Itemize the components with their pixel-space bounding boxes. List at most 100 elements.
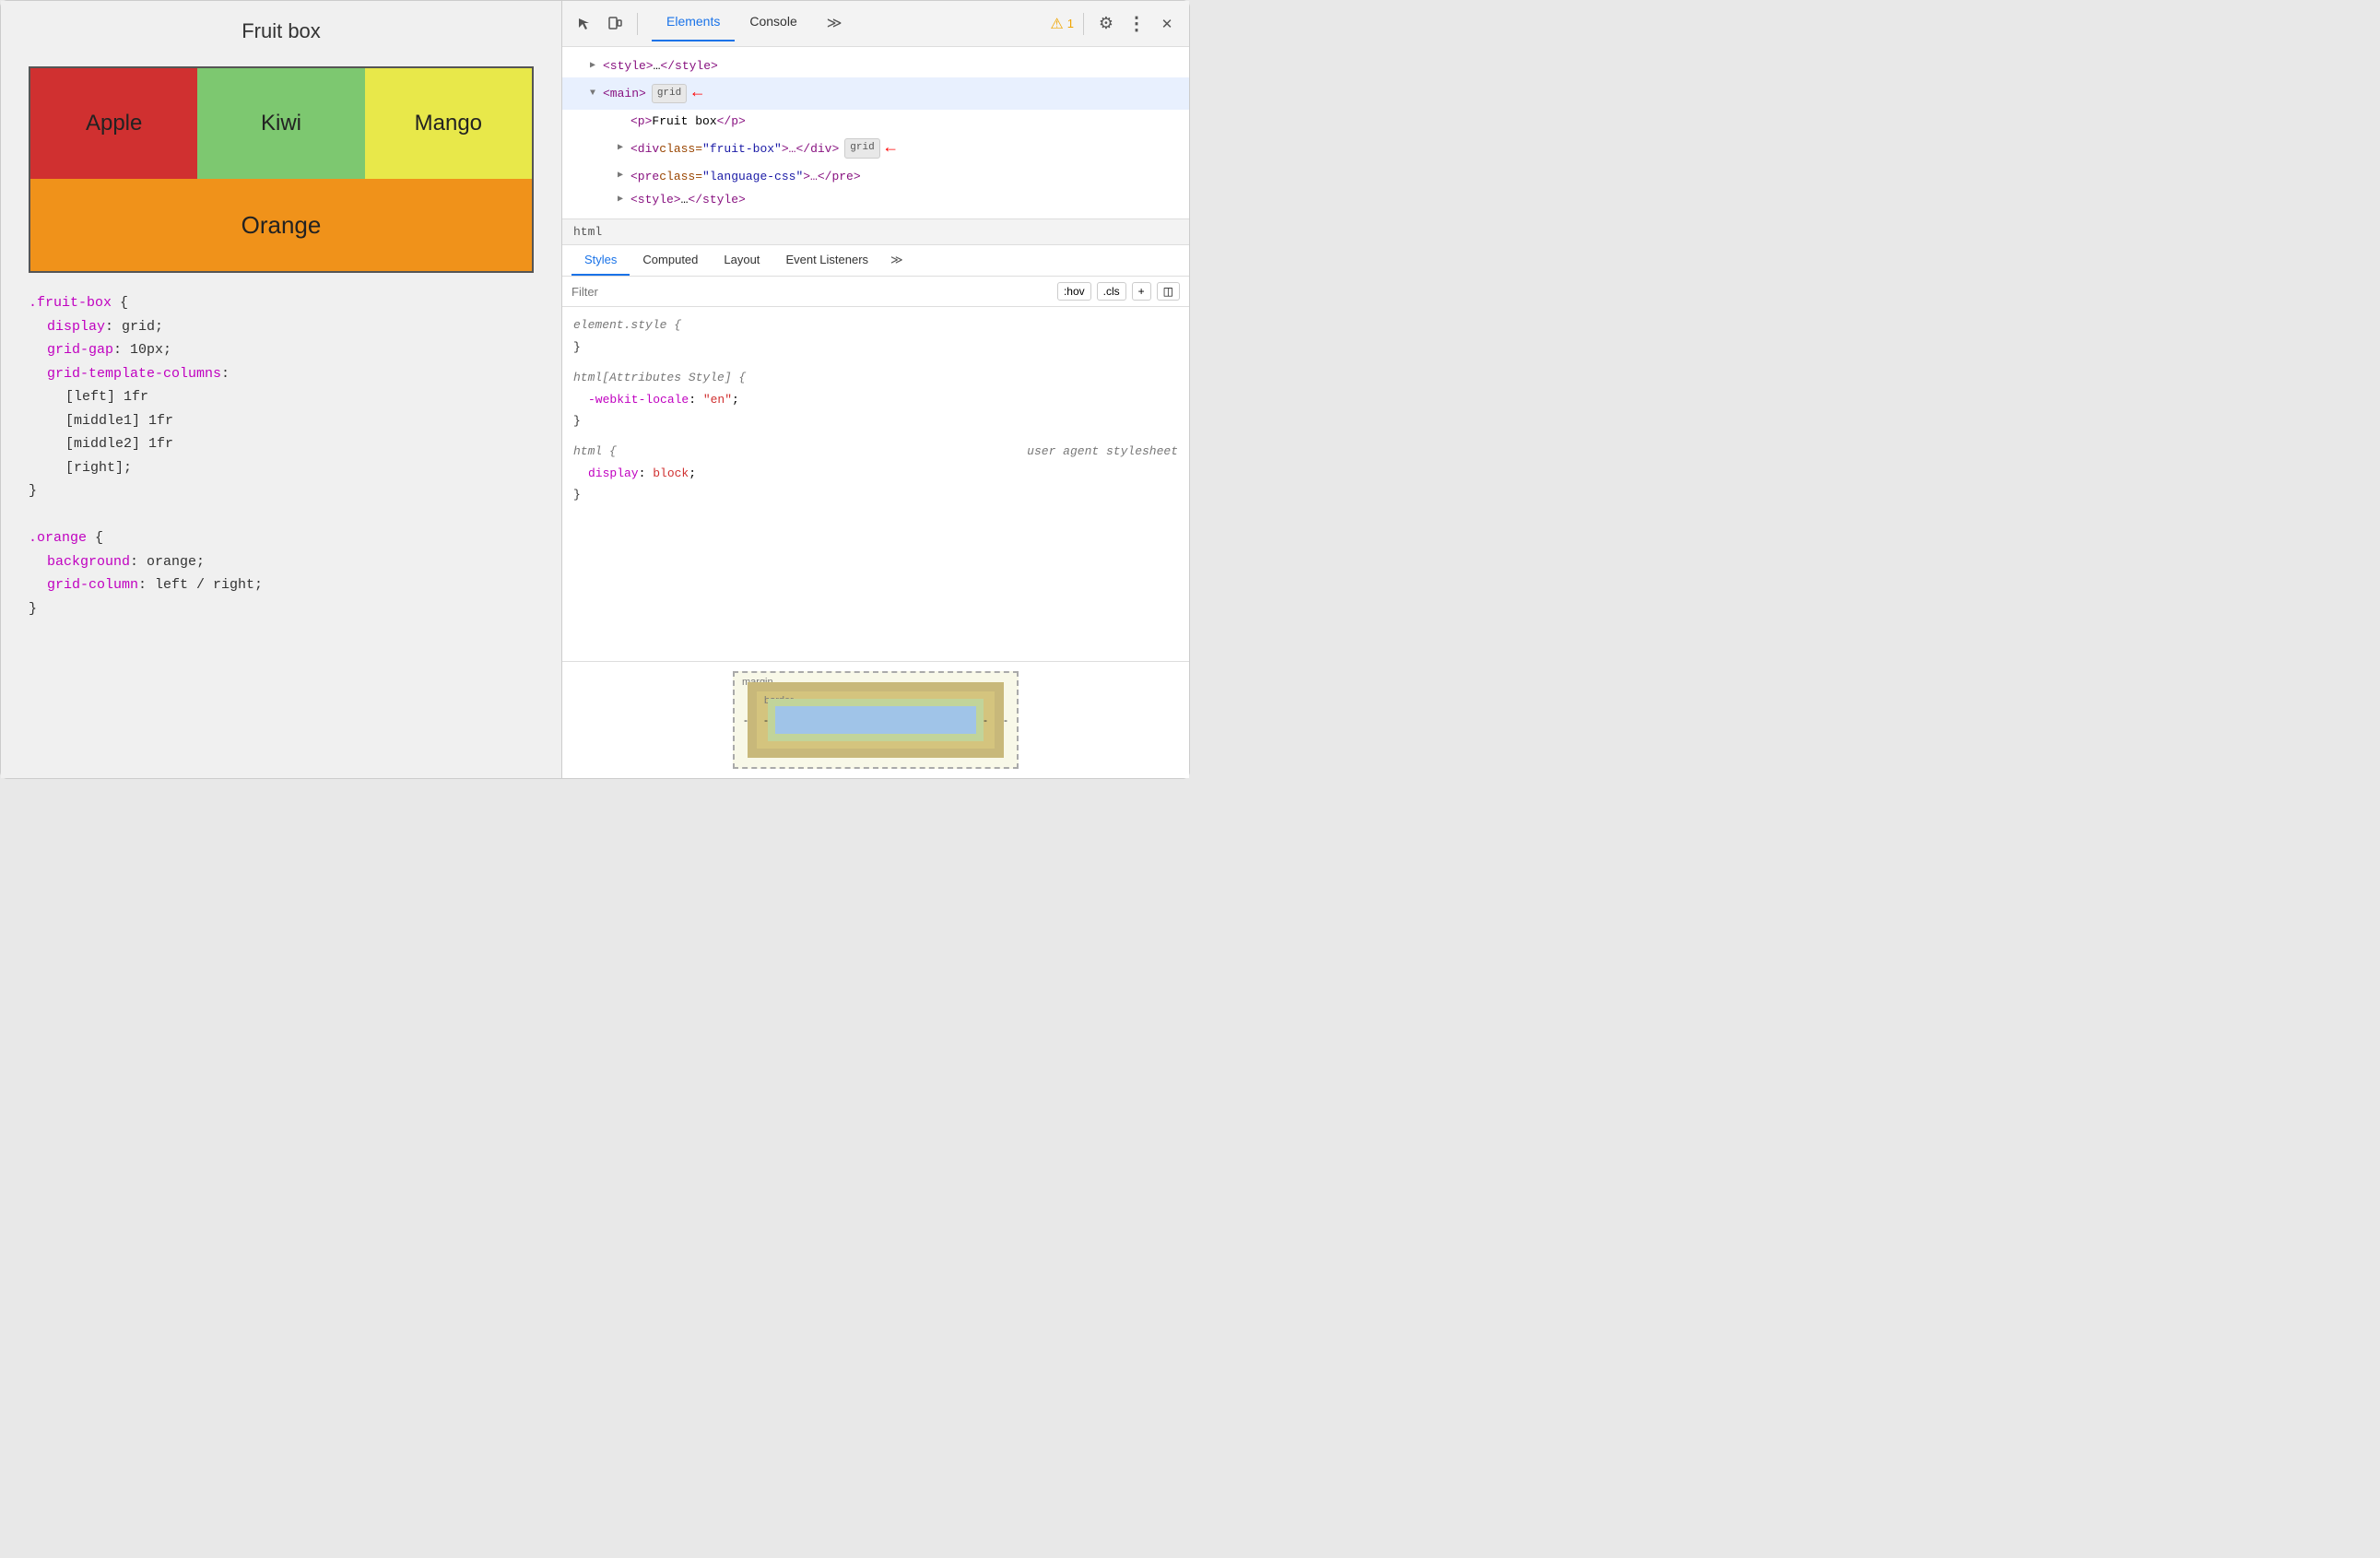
style-rule-html: html { user agent stylesheet display: bl…: [573, 441, 1178, 505]
dom-close-tag-p: </p>: [717, 111, 746, 132]
box-margin: margin - border - -: [733, 671, 1019, 769]
tab-elements[interactable]: Elements: [652, 6, 735, 41]
tab-more-icon[interactable]: ≫: [812, 6, 857, 41]
rule-selector-html: html {: [573, 441, 617, 462]
dom-row-p[interactable]: <p>Fruit box</p>: [562, 110, 1189, 133]
dom-tag: <style>: [603, 55, 654, 77]
code-prop-display: display: [47, 319, 105, 335]
warning-count: 1: [1067, 17, 1074, 30]
dom-close-tag-style2: </style>: [688, 189, 745, 210]
tab-console[interactable]: Console: [735, 6, 811, 41]
styles-filter-bar: :hov .cls + ◫: [562, 277, 1189, 307]
plus-button[interactable]: +: [1132, 282, 1151, 301]
layout-button[interactable]: ◫: [1157, 282, 1180, 301]
dom-tree: ▶ <style>…</style> ▼ <main> grid ← <p>Fr…: [562, 47, 1189, 219]
box-margin-row: - border - - -: [744, 682, 1007, 758]
device-icon[interactable]: [602, 11, 628, 37]
box-border-row: - -: [764, 699, 987, 741]
rule-prop-display: display: [573, 466, 639, 480]
dom-badge-grid-main[interactable]: grid: [652, 84, 687, 104]
rule-value-webkit: "en": [703, 393, 732, 407]
page-title: Fruit box: [29, 19, 534, 43]
box-border: border - -: [748, 682, 1004, 758]
dom-row-div[interactable]: ▶ <div class="fruit-box">…</div> grid ←: [562, 133, 1189, 164]
fruit-orange: Orange: [30, 179, 532, 271]
code-prop-bg: background: [47, 554, 130, 570]
left-panel: Fruit box Apple Kiwi Mango Orange .fruit…: [1, 1, 561, 778]
toolbar-divider-1: [637, 13, 638, 35]
close-icon[interactable]: ✕: [1154, 11, 1180, 37]
dom-triangle-div[interactable]: ▶: [618, 140, 630, 157]
dom-row-style1[interactable]: ▶ <style>…</style>: [562, 54, 1189, 77]
tab-layout[interactable]: Layout: [711, 245, 772, 276]
box-padding: [768, 699, 984, 741]
breadcrumb-text: html: [573, 225, 602, 239]
box-model: margin - border - -: [733, 671, 1019, 769]
code-block: .fruit-box { display: grid; grid-gap: 10…: [29, 291, 534, 620]
dom-row-style2[interactable]: ▶ <style>…</style>: [562, 188, 1189, 211]
filter-input[interactable]: [571, 285, 1050, 299]
tab-computed[interactable]: Computed: [630, 245, 711, 276]
rule-value-display: block: [653, 466, 689, 480]
dom-triangle-pre[interactable]: ▶: [618, 168, 630, 184]
dom-triangle-main[interactable]: ▼: [590, 86, 603, 102]
html-breadcrumb[interactable]: html: [562, 219, 1189, 245]
code-prop-gap: grid-gap: [47, 342, 113, 358]
dom-text-p: Fruit box: [652, 111, 716, 132]
settings-icon[interactable]: ⚙: [1093, 11, 1119, 37]
warning-icon: ⚠: [1050, 15, 1063, 33]
dom-arrow-div: ←: [886, 134, 896, 163]
dom-tag-div-close: >…</div>: [782, 138, 839, 159]
dom-attr-value-pre: "language-css": [702, 166, 803, 187]
dom-triangle[interactable]: ▶: [590, 58, 603, 75]
toolbar-divider-2: [1083, 13, 1084, 35]
rule-selector-html-attr: html[Attributes Style] {: [573, 371, 746, 384]
styles-panel: Styles Computed Layout Event Listeners ≫…: [562, 245, 1189, 778]
dom-ellipsis2: …: [681, 189, 689, 210]
cls-button[interactable]: .cls: [1097, 282, 1126, 301]
dom-tag-pre: <pre: [630, 166, 659, 187]
rule-selector-element: element.style {: [573, 318, 681, 332]
dom-close-tag-pre: >…</pre>: [803, 166, 860, 187]
code-selector-1: .fruit-box: [29, 295, 112, 311]
style-rule-element: element.style { }: [573, 314, 1178, 358]
dom-attr-value: "fruit-box": [702, 138, 782, 159]
style-rule-html-attr: html[Attributes Style] { -webkit-locale:…: [573, 367, 1178, 431]
styles-content: element.style { } html[Attributes Style]…: [562, 307, 1189, 661]
tab-styles[interactable]: Styles: [571, 245, 630, 276]
dom-tag-p: <p>: [630, 111, 652, 132]
filter-buttons: :hov .cls + ◫: [1057, 282, 1180, 301]
box-content: [775, 706, 976, 734]
dom-row-pre[interactable]: ▶ <pre class="language-css">…</pre>: [562, 165, 1189, 188]
fruit-apple: Apple: [30, 68, 197, 179]
more-options-icon[interactable]: ⋮: [1124, 11, 1149, 37]
dom-ellipsis: …: [654, 55, 661, 77]
code-prop-col: grid-column: [47, 577, 138, 593]
box-model-container: margin - border - -: [562, 661, 1189, 778]
dom-tag-main: <main>: [603, 83, 646, 104]
dom-badge-grid-div[interactable]: grid: [844, 138, 879, 159]
styles-tab-more[interactable]: ≫: [881, 245, 913, 276]
dom-close-tag: </style>: [660, 55, 717, 77]
rule-source: user agent stylesheet: [1027, 441, 1178, 462]
devtools-toolbar: Elements Console ≫ ⚠ 1 ⚙ ⋮ ✕: [562, 1, 1189, 47]
rule-prop-webkit: -webkit-locale: [573, 393, 689, 407]
devtools-tabs: Elements Console ≫: [652, 6, 856, 41]
dom-triangle-style2[interactable]: ▶: [618, 192, 630, 208]
dom-attr-class: class=: [659, 138, 702, 159]
dom-arrow-main: ←: [692, 78, 702, 108]
dom-tag-div: <div: [630, 138, 659, 159]
fruit-mango: Mango: [365, 68, 532, 179]
box-margin-val-right: -: [1004, 714, 1007, 726]
dom-row-main[interactable]: ▼ <main> grid ←: [562, 77, 1189, 109]
styles-tabs: Styles Computed Layout Event Listeners ≫: [562, 245, 1189, 277]
inspect-icon[interactable]: [571, 11, 597, 37]
code-selector-2: .orange: [29, 530, 87, 546]
warning-badge[interactable]: ⚠ 1: [1050, 15, 1074, 33]
dom-tag-style2: <style>: [630, 189, 681, 210]
fruit-grid: Apple Kiwi Mango Orange: [29, 66, 534, 273]
dom-attr-class-pre: class=: [659, 166, 702, 187]
tab-event-listeners[interactable]: Event Listeners: [772, 245, 881, 276]
devtools-panel: Elements Console ≫ ⚠ 1 ⚙ ⋮ ✕ ▶ <style>…<…: [561, 1, 1189, 778]
hov-button[interactable]: :hov: [1057, 282, 1091, 301]
